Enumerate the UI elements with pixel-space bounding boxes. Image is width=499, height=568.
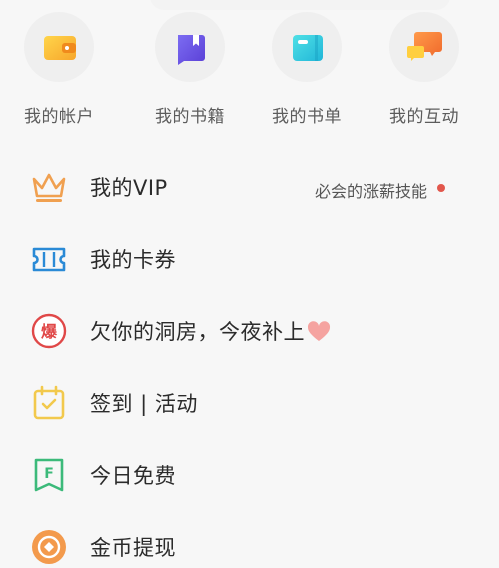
- menu-item-coupons[interactable]: 我的卡券: [0, 222, 499, 294]
- icon-circle: [155, 12, 225, 82]
- menu-item-label: 欠你的洞房，今夜补上: [90, 316, 331, 346]
- quick-action-interactions[interactable]: 我的互动: [365, 12, 483, 132]
- top-card-edge: [150, 0, 450, 10]
- menu-item-label: 我的卡券: [90, 248, 176, 272]
- coin-icon: [32, 530, 66, 564]
- free-flag-icon: F: [34, 458, 64, 492]
- booklist-icon: [293, 35, 323, 61]
- menu-item-promo-story[interactable]: 爆 欠你的洞房，今夜补上: [0, 294, 499, 366]
- notification-dot: [437, 184, 445, 192]
- quick-action-label: 我的书籍: [155, 107, 225, 127]
- menu-item-label: 我的VIP: [90, 176, 168, 200]
- quick-action-label: 我的帐户: [24, 107, 94, 127]
- promo-story-text: 欠你的洞房，今夜补上: [90, 320, 305, 344]
- quick-action-label: 我的互动: [389, 107, 459, 127]
- icon-circle: [24, 12, 94, 82]
- menu-item-label: 今日免费: [90, 464, 176, 488]
- icon-circle: [389, 12, 459, 82]
- icon-circle: [272, 12, 342, 82]
- explosion-badge-icon: 爆: [31, 313, 67, 349]
- heart-icon: [307, 321, 331, 341]
- wallet-icon: [44, 36, 76, 60]
- quick-action-account[interactable]: 我的帐户: [0, 12, 118, 132]
- quick-action-books[interactable]: 我的书籍: [131, 12, 249, 132]
- quick-action-booklists[interactable]: 我的书单: [248, 12, 366, 132]
- menu-item-free-today[interactable]: F 今日免费: [0, 438, 499, 510]
- menu-item-vip[interactable]: 我的VIP 必会的涨薪技能: [0, 150, 499, 222]
- menu-item-checkin[interactable]: 签到 | 活动: [0, 366, 499, 438]
- menu-item-coin-withdraw[interactable]: 金币提现: [0, 510, 499, 568]
- menu-item-label: 金币提现: [90, 536, 176, 560]
- ticket-icon: [32, 247, 66, 272]
- profile-menu-page: 我的帐户 我的书籍 我的书单 我的互动 我的VIP 必会的涨薪技能 我的卡券 爆…: [0, 0, 499, 568]
- menu-item-label: 签到 | 活动: [90, 392, 198, 416]
- calendar-check-icon: [33, 385, 65, 420]
- quick-actions-grid: 我的帐户 我的书籍 我的书单 我的互动: [0, 12, 499, 132]
- chat-bubbles-icon: [407, 32, 442, 61]
- book-bookmark-icon: [178, 35, 205, 65]
- crown-icon: [32, 173, 66, 202]
- badge-char: 爆: [41, 322, 58, 341]
- badge-char: F: [44, 466, 54, 482]
- quick-action-label: 我的书单: [272, 107, 342, 127]
- vip-promo-text: 必会的涨薪技能: [314, 182, 427, 201]
